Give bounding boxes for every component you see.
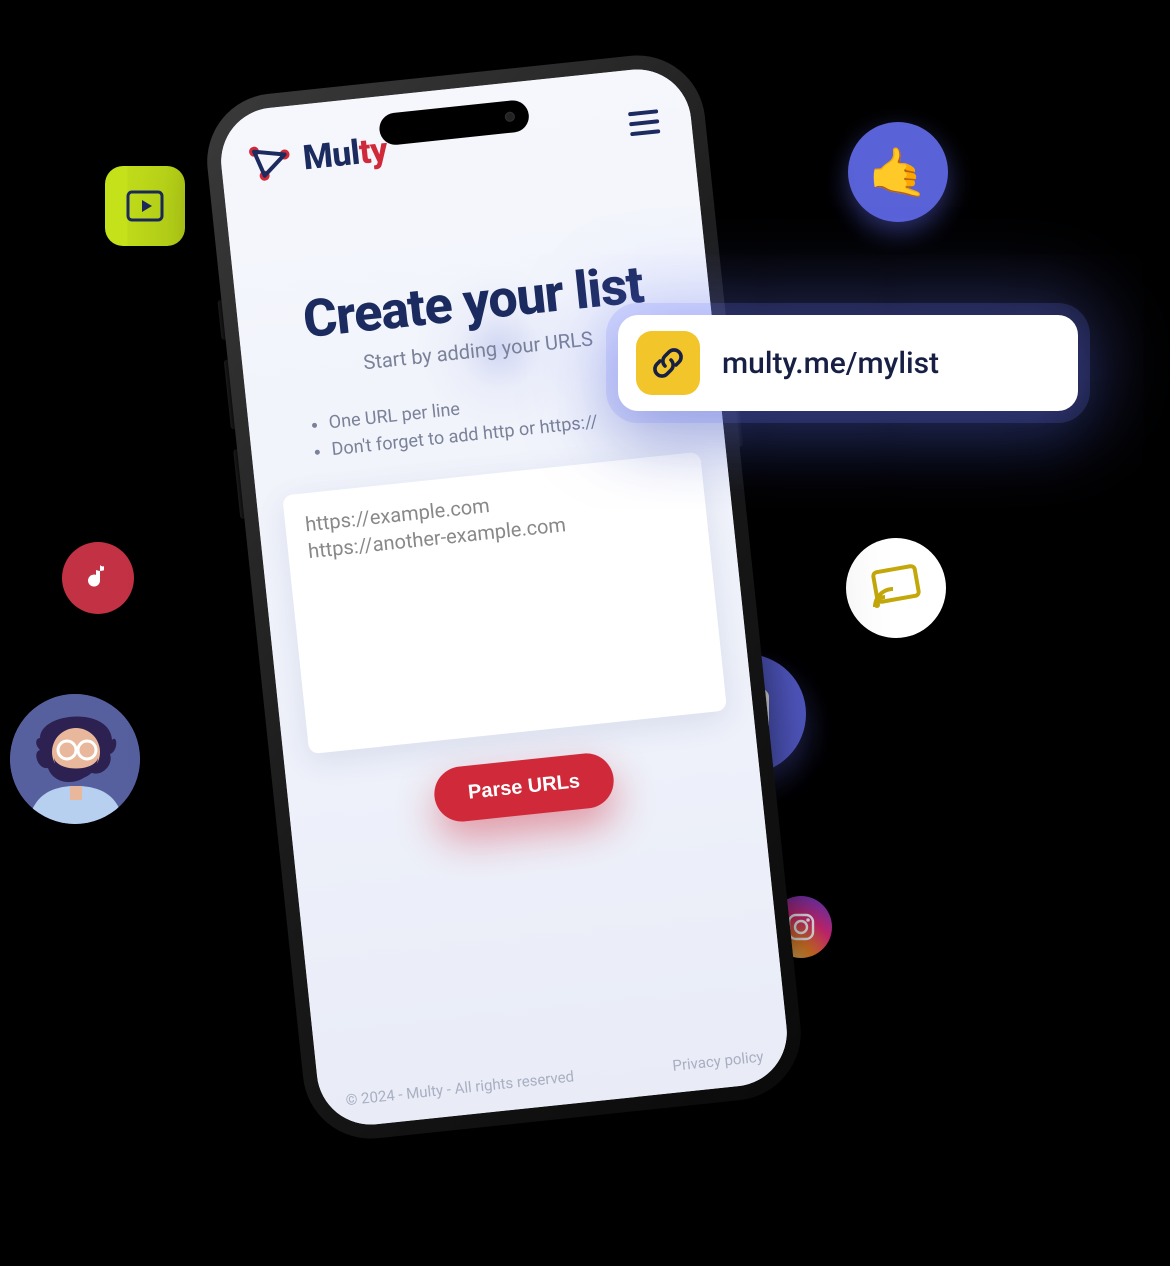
logo-mark-icon — [245, 140, 295, 185]
short-url-card: multy.me/mylist — [618, 315, 1078, 411]
link-icon — [636, 331, 700, 395]
cast-icon — [846, 538, 946, 638]
brand-name: Multy — [301, 130, 389, 179]
brand-logo[interactable]: Multy — [245, 130, 389, 184]
parse-urls-button[interactable]: Parse URLs — [431, 751, 616, 825]
footer-copyright: © 2024 - Multy - All rights reserved — [345, 1067, 575, 1109]
short-url-text: multy.me/mylist — [722, 346, 939, 381]
call-me-emoji: 🤙 — [848, 122, 948, 222]
menu-button[interactable] — [621, 103, 667, 143]
phone-mockup: Multy Create your list Start by adding y… — [200, 49, 807, 1146]
avatar-illustration — [10, 694, 140, 824]
music-note-icon — [62, 542, 134, 614]
privacy-link[interactable]: Privacy policy — [672, 1047, 765, 1074]
play-rect-icon — [105, 166, 185, 246]
urls-textarea[interactable] — [282, 452, 727, 754]
